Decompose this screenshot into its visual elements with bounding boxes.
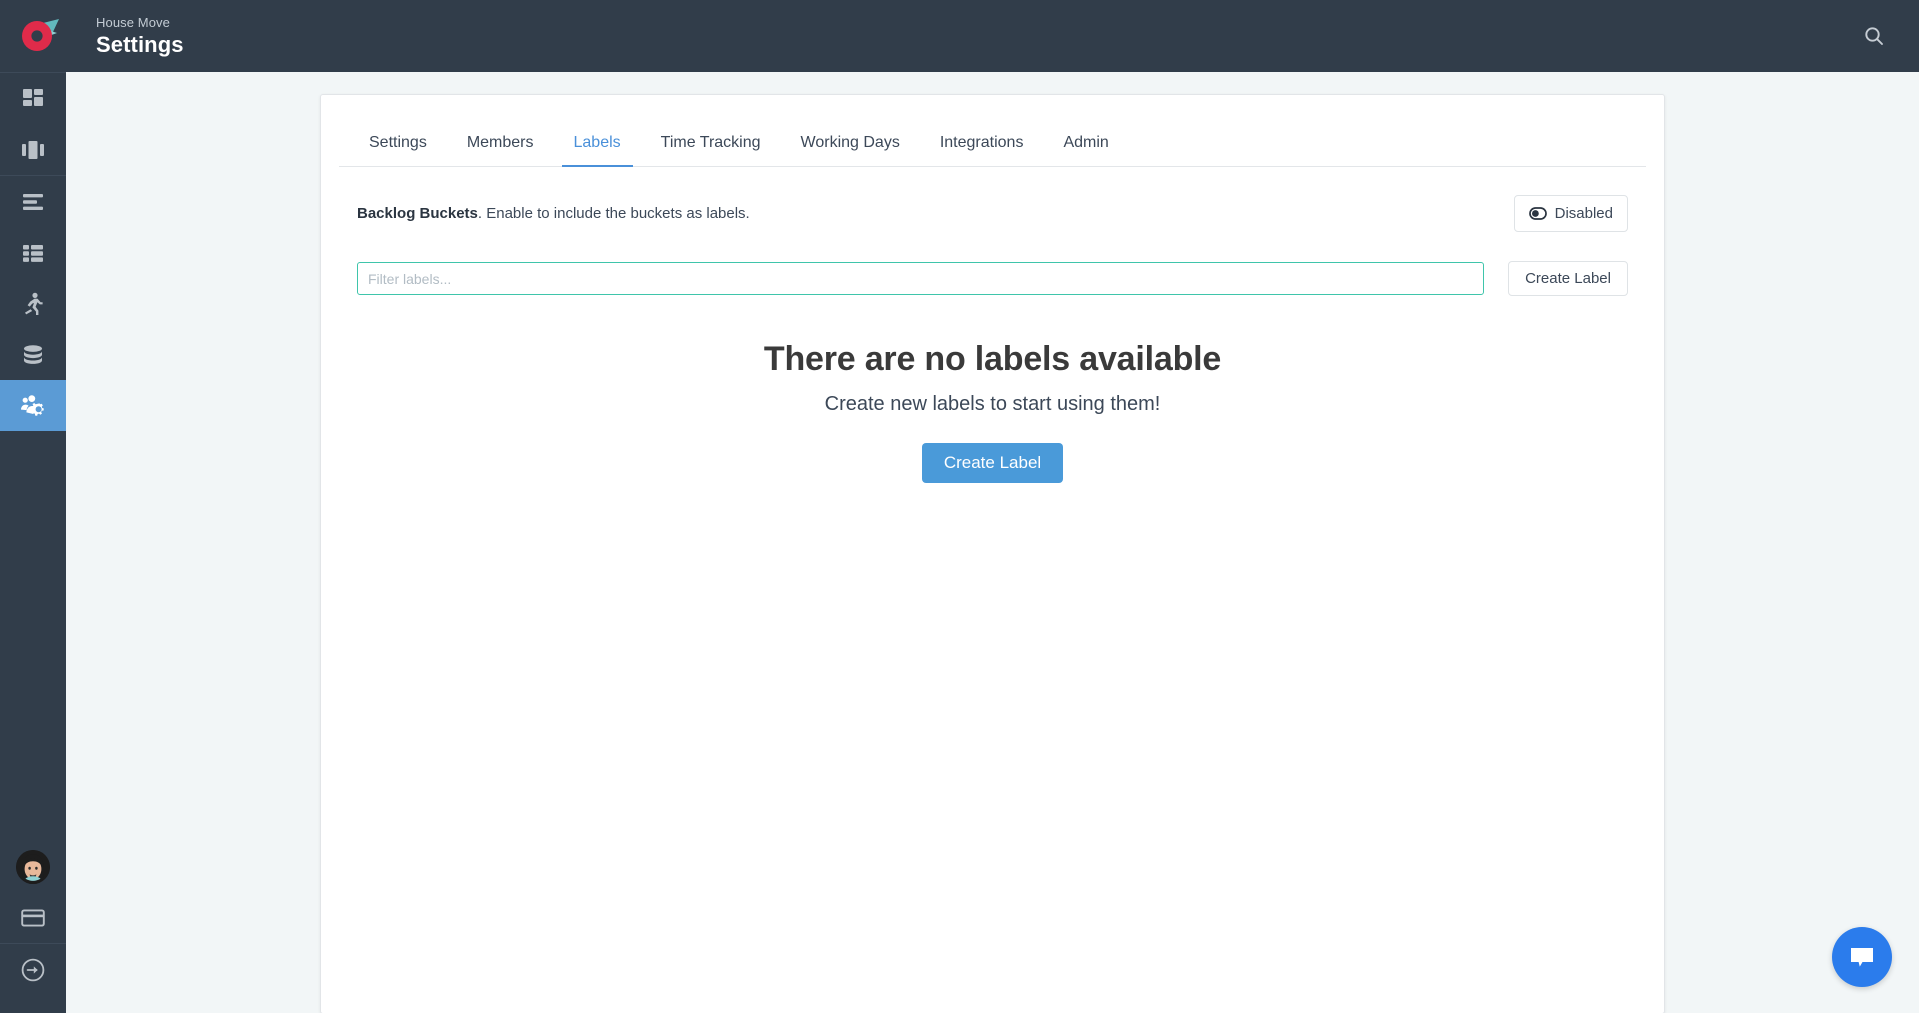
users-gear-icon (21, 394, 44, 416)
left-sidebar (0, 0, 66, 1013)
create-label-button-primary[interactable]: Create Label (921, 443, 1064, 483)
settings-tab-bar: Settings Members Labels Time Tracking Wo… (339, 121, 1646, 167)
database-icon (24, 344, 42, 364)
sidebar-group-primary (0, 73, 66, 175)
sidebar-item-board[interactable] (0, 124, 66, 175)
empty-state-subtitle: Create new labels to start using them! (824, 393, 1161, 415)
empty-state-title: There are no labels available (763, 340, 1222, 378)
backlog-buckets-toggle-button[interactable]: Disabled (1513, 195, 1628, 232)
toggle-off-icon (1528, 207, 1547, 220)
labels-empty-state: There are no labels available Create new… (321, 340, 1664, 483)
tab-settings[interactable]: Settings (357, 134, 439, 167)
kanban-board-icon (22, 140, 44, 159)
sidebar-item-dashboard[interactable] (0, 73, 66, 124)
top-header-bar: House Move Settings (0, 0, 1919, 72)
page-title: Settings (96, 32, 184, 57)
tab-working-days[interactable]: Working Days (789, 134, 912, 167)
tab-time-tracking[interactable]: Time Tracking (649, 134, 773, 167)
search-icon (1865, 27, 1883, 45)
backlog-buckets-hint: . Enable to include the buckets as label… (477, 205, 750, 222)
tab-labels[interactable]: Labels (561, 134, 633, 167)
create-label-button-top[interactable]: Create Label (1508, 261, 1628, 296)
filter-labels-input[interactable] (357, 262, 1485, 295)
header-titles: House Move Settings (96, 16, 184, 56)
chat-bubble-icon (1851, 948, 1873, 967)
sidebar-item-data[interactable] (0, 329, 66, 380)
sidebar-group-account (0, 841, 66, 995)
dashboard-grid-icon (23, 88, 43, 106)
sidebar-item-logout[interactable] (0, 944, 66, 995)
sidebar-group-project (0, 176, 66, 431)
tab-members[interactable]: Members (455, 134, 546, 167)
page-content-area: Settings Members Labels Time Tracking Wo… (66, 72, 1919, 1013)
backlog-buckets-label: Backlog Buckets (357, 205, 478, 222)
tab-integrations[interactable]: Integrations (928, 134, 1036, 167)
sidebar-item-billing[interactable] (0, 892, 66, 943)
search-button[interactable] (1857, 19, 1891, 53)
sidebar-item-table[interactable] (0, 227, 66, 278)
credit-card-icon (21, 908, 45, 927)
sidebar-bottom-spacer (0, 995, 66, 1013)
logo-icon (22, 19, 59, 51)
sidebar-item-sprints[interactable] (0, 278, 66, 329)
running-person-icon (25, 292, 43, 315)
user-avatar (16, 849, 50, 884)
table-grid-icon (23, 244, 43, 262)
labels-filter-row: Create Label (357, 261, 1628, 296)
backlog-buckets-row: Backlog Buckets. Enable to include the b… (357, 195, 1628, 232)
avatar[interactable] (0, 841, 66, 892)
sidebar-item-settings[interactable] (0, 380, 66, 431)
settings-card: Settings Members Labels Time Tracking Wo… (320, 94, 1665, 1013)
backlog-buckets-toggle-label: Disabled (1554, 205, 1613, 222)
chat-widget-button[interactable] (1832, 927, 1892, 987)
tab-admin[interactable]: Admin (1051, 134, 1120, 167)
logout-arrow-icon (21, 958, 45, 981)
avatar-face-icon (16, 849, 50, 884)
backlog-buckets-description: Backlog Buckets. Enable to include the b… (357, 205, 750, 222)
app-logo[interactable] (8, 0, 74, 72)
backlog-list-icon (23, 193, 43, 210)
sidebar-item-backlog[interactable] (0, 176, 66, 227)
project-name: House Move (96, 15, 170, 30)
